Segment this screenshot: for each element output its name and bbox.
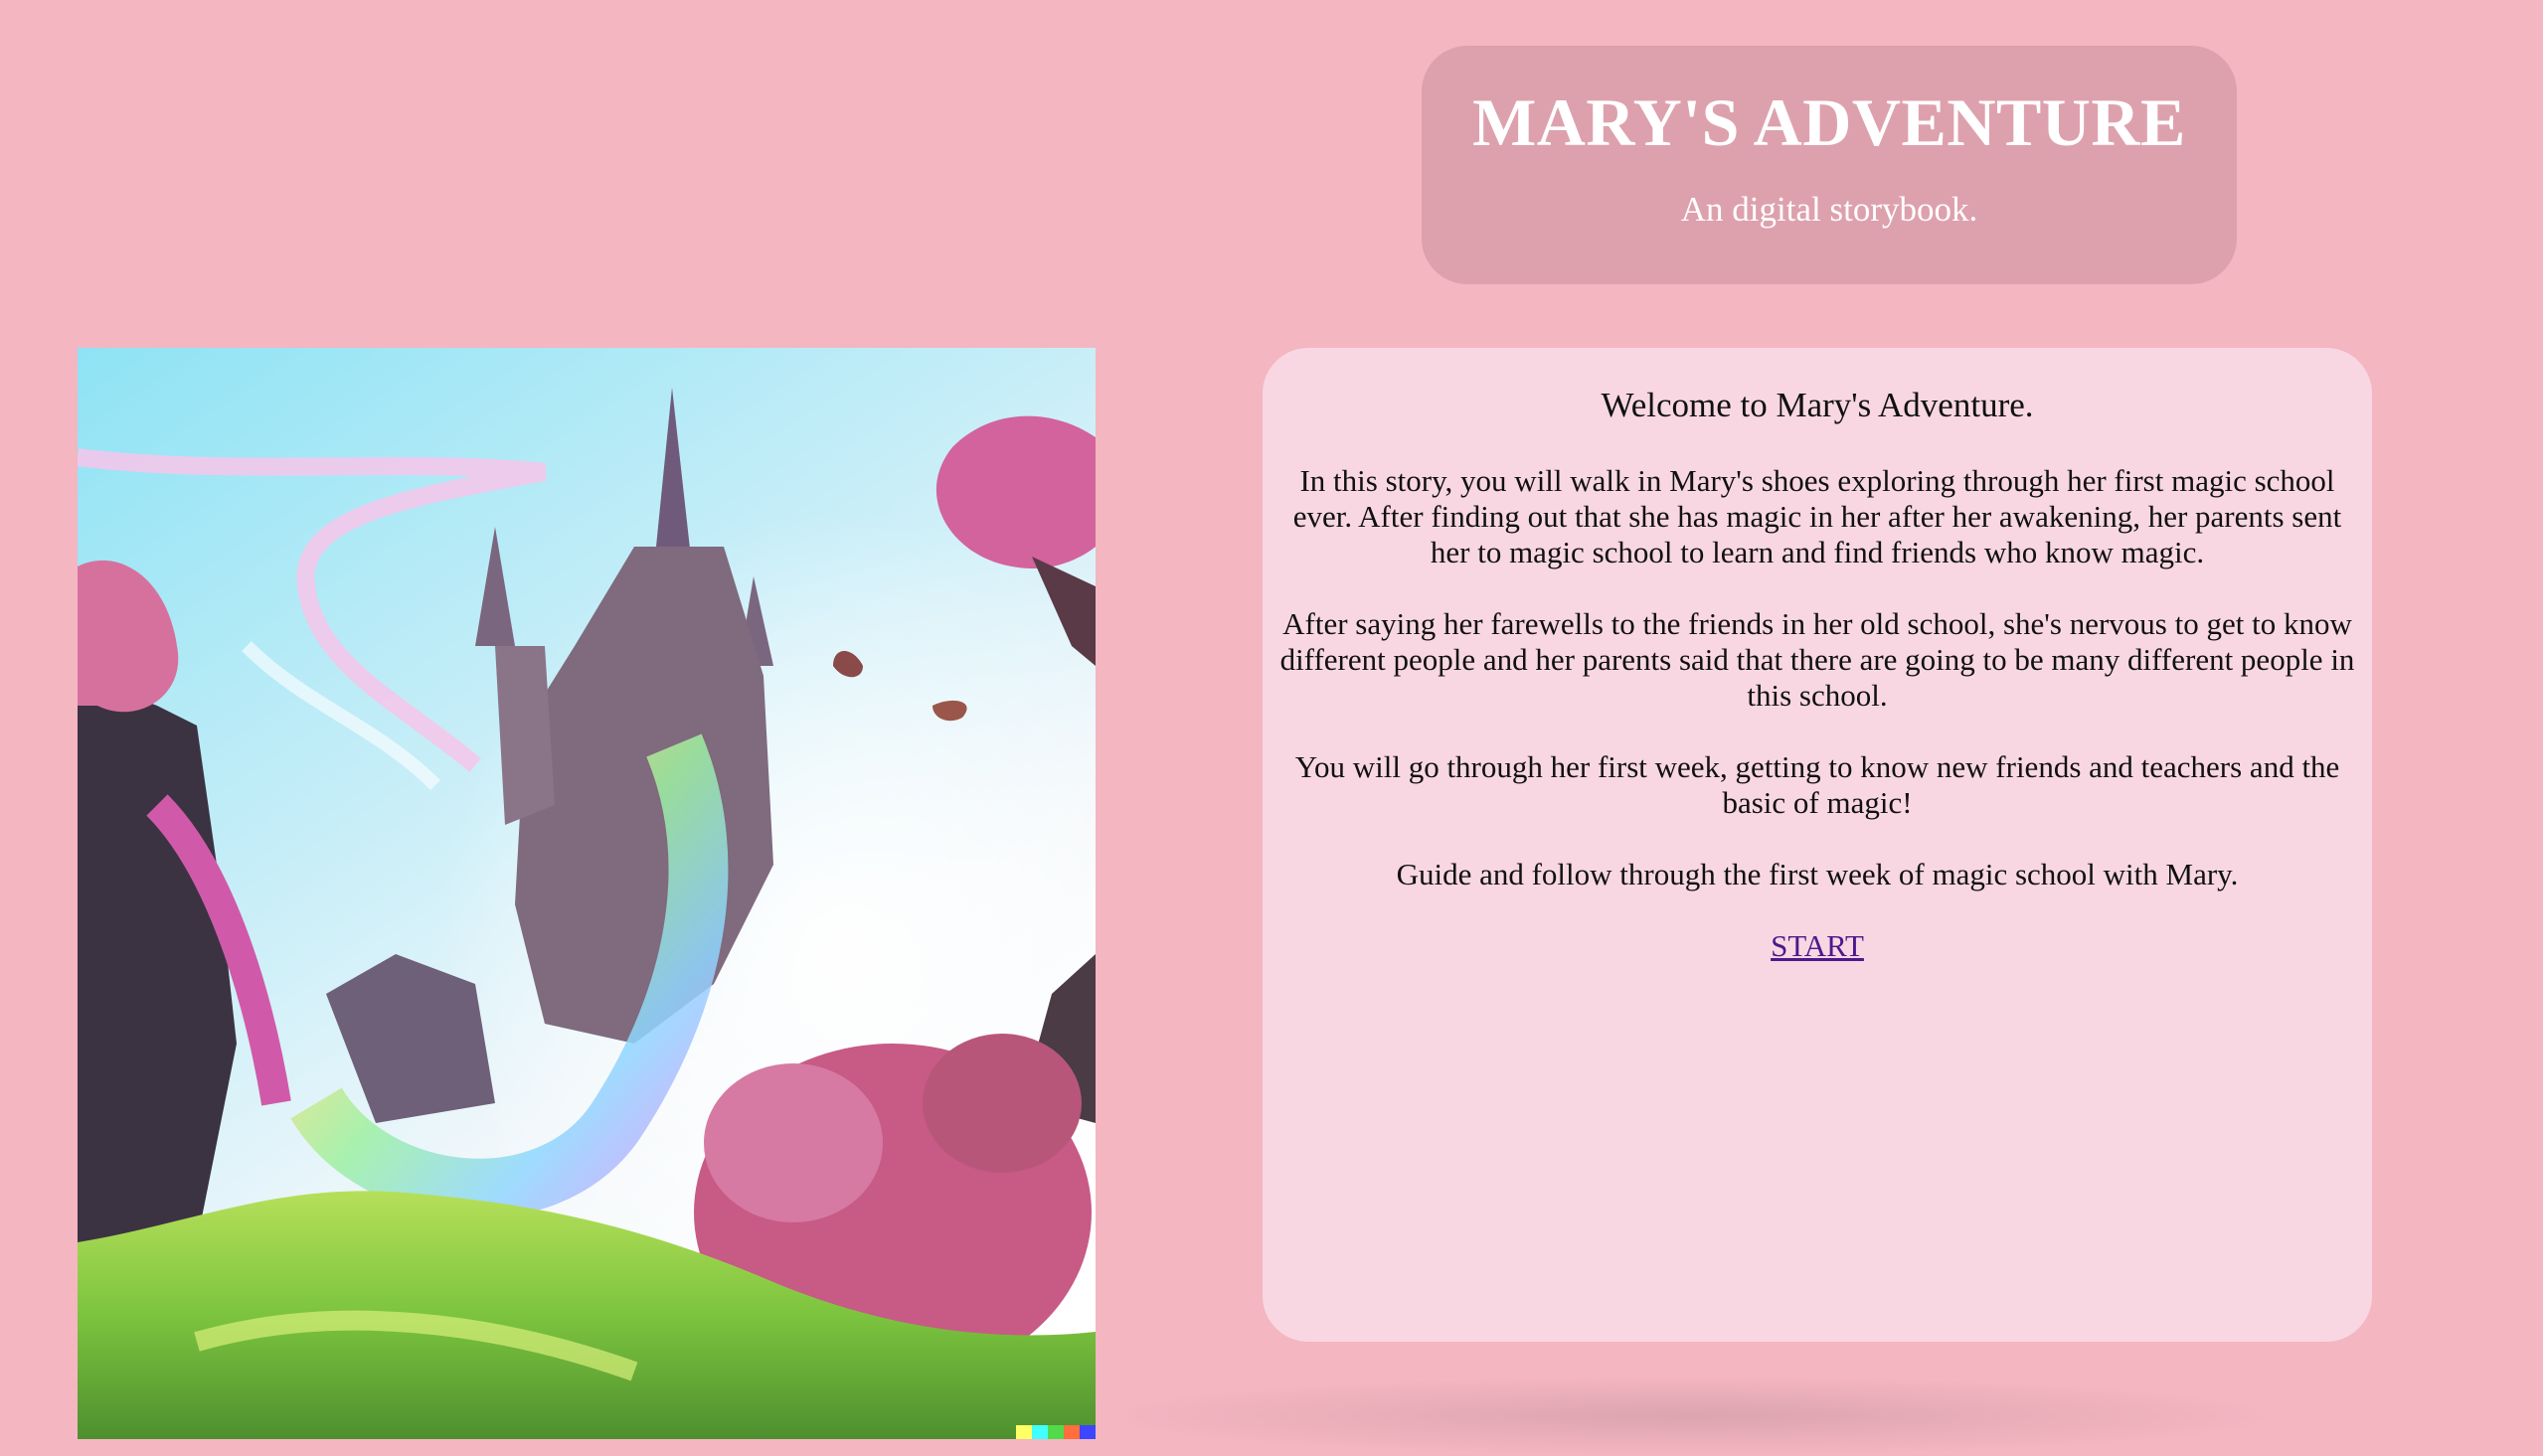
bottom-shadow xyxy=(1094,1376,2287,1456)
header-card: MARY'S ADVENTURE An digital storybook. xyxy=(1422,46,2237,284)
intro-paragraph-3: You will go through her first week, gett… xyxy=(1294,749,2340,820)
page-title: MARY'S ADVENTURE xyxy=(1472,84,2186,160)
intro-card: Welcome to Mary's Adventure. In this sto… xyxy=(1263,348,2372,1342)
welcome-heading: Welcome to Mary's Adventure. xyxy=(1601,386,2034,424)
start-link[interactable]: START xyxy=(1771,928,1864,964)
intro-paragraph-4: Guide and follow through the first week … xyxy=(1396,857,2239,891)
intro-paragraph-1: In this story, you will walk in Mary's s… xyxy=(1292,463,2342,569)
intro-paragraph-2: After saying her farewells to the friend… xyxy=(1279,606,2355,713)
page-subtitle: An digital storybook. xyxy=(1680,190,1978,229)
fantasy-castle-illustration xyxy=(78,348,1096,1439)
